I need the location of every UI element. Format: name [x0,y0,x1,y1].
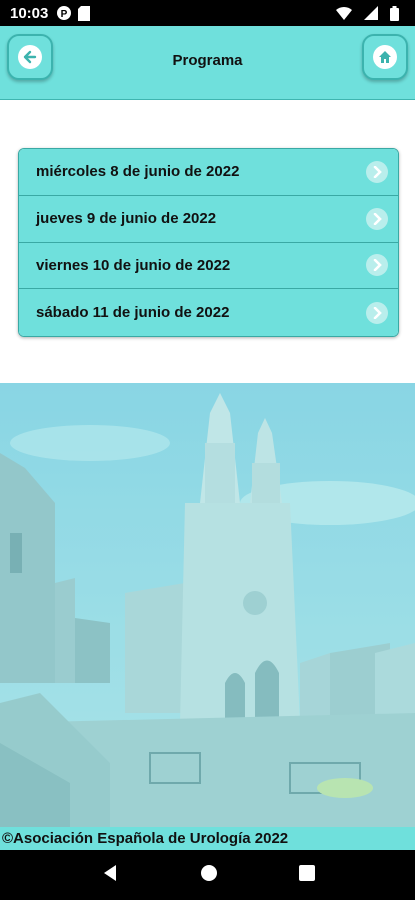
chevron-right-icon [366,254,388,277]
wifi-icon [336,6,352,20]
nav-back-icon[interactable] [101,864,119,887]
day-label: miércoles 8 de junio de 2022 [36,163,240,181]
day-label: sábado 11 de junio de 2022 [36,304,230,322]
day-item-thursday[interactable]: jueves 9 de junio de 2022 [19,195,398,243]
day-item-friday[interactable]: viernes 10 de junio de 2022 [19,242,398,290]
app-header: Programa [0,26,415,100]
page-title: Programa [172,52,243,69]
nav-home-icon[interactable] [200,864,218,887]
program-day-list: miércoles 8 de junio de 2022 jueves 9 de… [18,148,399,337]
app-notification-icon: P [56,5,72,21]
chevron-right-icon [366,160,388,183]
day-item-wednesday[interactable]: miércoles 8 de junio de 2022 [19,149,398,196]
day-item-saturday[interactable]: sábado 11 de junio de 2022 [19,289,398,336]
status-time: 10:03 [10,4,49,22]
home-icon [373,45,397,69]
status-bar: 10:03 P [0,0,415,26]
footer-copyright: ©Asociación Española de Urología 2022 [0,827,415,850]
chevron-right-icon [366,207,388,230]
signal-icon [364,6,378,20]
svg-text:P: P [61,9,68,20]
day-label: viernes 10 de junio de 2022 [36,256,231,274]
cathedral-background-image [0,383,415,827]
system-nav-bar [0,850,415,900]
nav-recents-icon[interactable] [298,864,315,886]
home-button[interactable] [362,34,408,80]
sim-card-icon [78,5,91,21]
day-label: jueves 9 de junio de 2022 [36,210,217,228]
chevron-right-icon [366,301,388,324]
battery-icon [390,5,399,21]
